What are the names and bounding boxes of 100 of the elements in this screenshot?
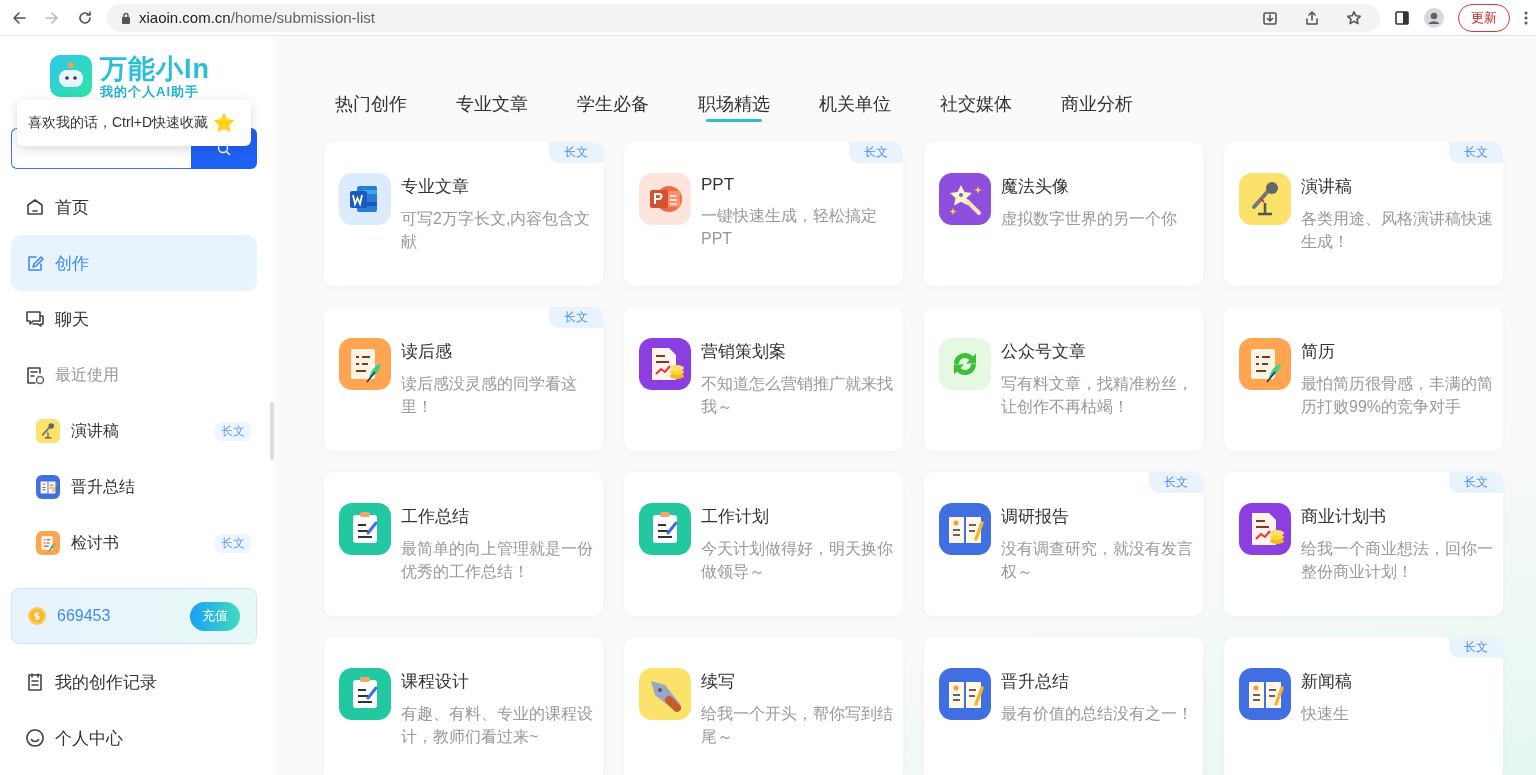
recent-item[interactable]: 晋升总结 [11, 459, 257, 515]
card-title: 演讲稿 [1301, 176, 1353, 198]
card-title: 商业计划书 [1301, 506, 1387, 528]
reload-icon[interactable] [77, 9, 93, 26]
tool-card[interactable]: 公众号文章 写有料文章，找精准粉丝，让创作不再枯竭！ [924, 307, 1203, 451]
scroll-quill-icon [36, 531, 60, 555]
address-bar[interactable]: xiaoin.com.cn/home/submission-list [107, 3, 1380, 32]
card-title: 专业文章 [401, 176, 470, 198]
card-title: 公众号文章 [1001, 341, 1087, 363]
long-text-tag: 长文 [1149, 472, 1203, 493]
tool-card[interactable]: 工作计划 今天计划做得好，明天换你做领导～ [624, 472, 903, 616]
more-menu-icon[interactable] [1524, 9, 1528, 26]
card-description: 有趣、有料、专业的课程设计，教师们看过来~ [401, 704, 594, 747]
category-tab[interactable]: 学生必备 [577, 92, 649, 122]
scroll-quill-icon [339, 338, 391, 390]
category-tab[interactable]: 专业文章 [456, 92, 528, 122]
card-description: 不知道怎么营销推广就来找我～ [701, 374, 894, 417]
card-description: 虚拟数字世界的另一个你 [1001, 209, 1178, 229]
star-outline-icon[interactable] [1346, 9, 1362, 26]
lock-icon [121, 11, 131, 24]
card-description: 最有价值的总结没有之一！ [1001, 704, 1194, 724]
long-text-tag: 长文 [549, 142, 603, 163]
category-tab[interactable]: 商业分析 [1061, 92, 1133, 122]
back-arrow-icon[interactable] [11, 9, 27, 26]
tool-card[interactable]: 读后感 读后感没灵感的同学看这里！ 长文 [324, 307, 603, 451]
card-title: 工作总结 [401, 506, 470, 528]
report-coins-icon [1239, 503, 1291, 555]
long-text-tag: 长文 [549, 307, 603, 328]
card-description: 今天计划做得好，明天换你做领导～ [701, 539, 894, 582]
side-panel-icon[interactable] [1394, 9, 1410, 26]
card-description: 给我一个商业想法，回你一整份商业计划！ [1301, 539, 1494, 582]
update-button[interactable]: 更新 [1458, 3, 1510, 32]
card-description: 最怕简历很骨感，丰满的简历打败99%的竞争对手 [1301, 374, 1494, 417]
card-title: 简历 [1301, 341, 1336, 363]
tool-card[interactable]: 调研报告 没有调查研究，就没有发言权～ 长文 [924, 472, 1203, 616]
card-description: 可写2万字长文,内容包含文献 [401, 209, 592, 252]
download-icon[interactable] [1262, 9, 1278, 26]
card-title: PPT [701, 175, 736, 195]
tool-card[interactable]: 商业计划书 给我一个商业想法，回你一整份商业计划！ 长文 [1224, 472, 1503, 616]
tool-card[interactable]: 魔法头像 虚拟数字世界的另一个你 [924, 142, 1203, 286]
nav-item[interactable]: 首页 [11, 179, 257, 235]
clipboard-icon [339, 668, 391, 720]
long-text-tag: 长文 [849, 142, 903, 163]
nav-item[interactable]: 聊天 [11, 291, 257, 347]
open-book-icon [939, 668, 991, 720]
nav-item[interactable]: 个人中心 [11, 710, 257, 766]
category-tab[interactable]: 机关单位 [819, 92, 891, 122]
share-icon[interactable] [1304, 9, 1320, 26]
tool-card[interactable]: 晋升总结 最有价值的总结没有之一！ [924, 637, 1203, 775]
logo-title: 万能小In [100, 53, 210, 84]
section-title: 最近使用 [55, 364, 119, 385]
robot-logo-icon [50, 55, 92, 97]
magic-wand-icon [939, 173, 991, 225]
card-title: 晋升总结 [1001, 671, 1070, 693]
category-tab[interactable]: 社交媒体 [940, 92, 1012, 122]
tool-card[interactable]: 工作总结 最简单的向上管理就是一份优秀的工作总结！ [324, 472, 603, 616]
tool-card[interactable]: 演讲稿 各类用途、风格演讲稿快速生成！ 长文 [1224, 142, 1503, 286]
tool-card[interactable]: 营销策划案 不知道怎么营销推广就来找我～ [624, 307, 903, 451]
microphone-icon [36, 419, 60, 443]
pen-nib-icon [639, 668, 691, 720]
tool-card[interactable]: 简历 最怕简历很骨感，丰满的简历打败99%的竞争对手 [1224, 307, 1503, 451]
nav-item[interactable]: 我的创作记录 [11, 654, 257, 710]
long-text-tag: 长文 [1449, 637, 1503, 658]
card-title: 读后感 [401, 341, 453, 363]
url-domain: xiaoin.com.cn [139, 9, 231, 26]
scroll-quill-icon [1239, 338, 1291, 390]
card-title: 工作计划 [701, 506, 770, 528]
open-book-icon [1239, 668, 1291, 720]
tool-card[interactable]: 新闻稿 快速生 长文 [1224, 637, 1503, 775]
circular-arrows-icon [939, 338, 991, 390]
card-description: 最简单的向上管理就是一份优秀的工作总结！ [401, 539, 594, 582]
tool-card[interactable]: PPT 一键快速生成，轻松搞定PPT 长文 [624, 142, 903, 286]
home-icon [25, 197, 45, 217]
open-book-icon [939, 503, 991, 555]
clipboard-icon [339, 503, 391, 555]
open-book-icon [36, 475, 60, 499]
category-tab[interactable]: 热门创作 [335, 92, 407, 122]
card-title: 营销策划案 [701, 341, 787, 363]
recent-item[interactable]: 检讨书 长文 [11, 515, 257, 571]
recent-item[interactable]: 演讲稿 长文 [11, 403, 257, 459]
tool-card[interactable]: 专业文章 可写2万字长文,内容包含文献 长文 [324, 142, 603, 286]
smiley-icon [25, 728, 45, 748]
report-coins-icon [639, 338, 691, 390]
card-description: 读后感没灵感的同学看这里！ [401, 374, 578, 417]
profile-avatar-icon[interactable] [1424, 7, 1444, 28]
tool-card[interactable]: 续写 给我一个开头，帮你写到结尾～ [624, 637, 903, 775]
card-description: 各类用途、风格演讲稿快速生成！ [1301, 209, 1494, 252]
long-text-tag: 长文 [214, 421, 252, 441]
category-tab[interactable]: 职场精选 [698, 92, 770, 122]
star-icon [212, 111, 237, 135]
document-app-icon [339, 173, 391, 225]
logo-subtitle: 我的个人AI助手 [100, 83, 200, 99]
card-description: 写有料文章，找精准粉丝，让创作不再枯竭！ [1001, 374, 1194, 417]
card-title: 课程设计 [401, 671, 470, 693]
tool-card[interactable]: 课程设计 有趣、有料、专业的课程设计，教师们看过来~ [324, 637, 603, 775]
card-title: 魔法头像 [1001, 176, 1070, 198]
long-text-tag: 长文 [1449, 142, 1503, 163]
clipboard-icon [639, 503, 691, 555]
card-title: 续写 [701, 671, 736, 693]
card-description: 一键快速生成，轻松搞定PPT [701, 206, 878, 249]
